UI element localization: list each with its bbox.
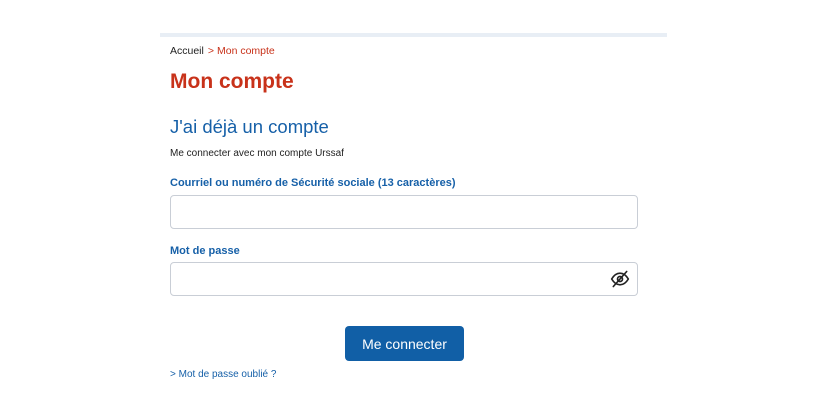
breadcrumb-current: Mon compte	[217, 45, 275, 57]
page-title: Mon compte	[170, 70, 294, 93]
password-field[interactable]	[170, 262, 638, 296]
password-field-label: Mot de passe	[170, 245, 240, 257]
eye-slash-icon	[610, 270, 630, 288]
top-divider	[160, 33, 667, 37]
login-submit-button[interactable]: Me connecter	[345, 326, 464, 361]
email-field[interactable]	[170, 195, 638, 229]
breadcrumb: Accueil > Mon compte	[170, 45, 275, 57]
forgot-password-link[interactable]: > Mot de passe oublié ?	[170, 369, 276, 380]
breadcrumb-separator: >	[207, 45, 214, 57]
email-field-label: Courriel ou numéro de Sécurité sociale (…	[170, 177, 456, 189]
password-visibility-toggle[interactable]	[609, 268, 631, 290]
login-section-title: J'ai déjà un compte	[170, 116, 329, 137]
breadcrumb-home-link[interactable]: Accueil	[170, 45, 204, 57]
login-page: Accueil > Mon compte Mon compte J'ai déjà …	[0, 0, 829, 406]
login-intro-text: Me connecter avec mon compte Urssaf	[170, 148, 344, 159]
